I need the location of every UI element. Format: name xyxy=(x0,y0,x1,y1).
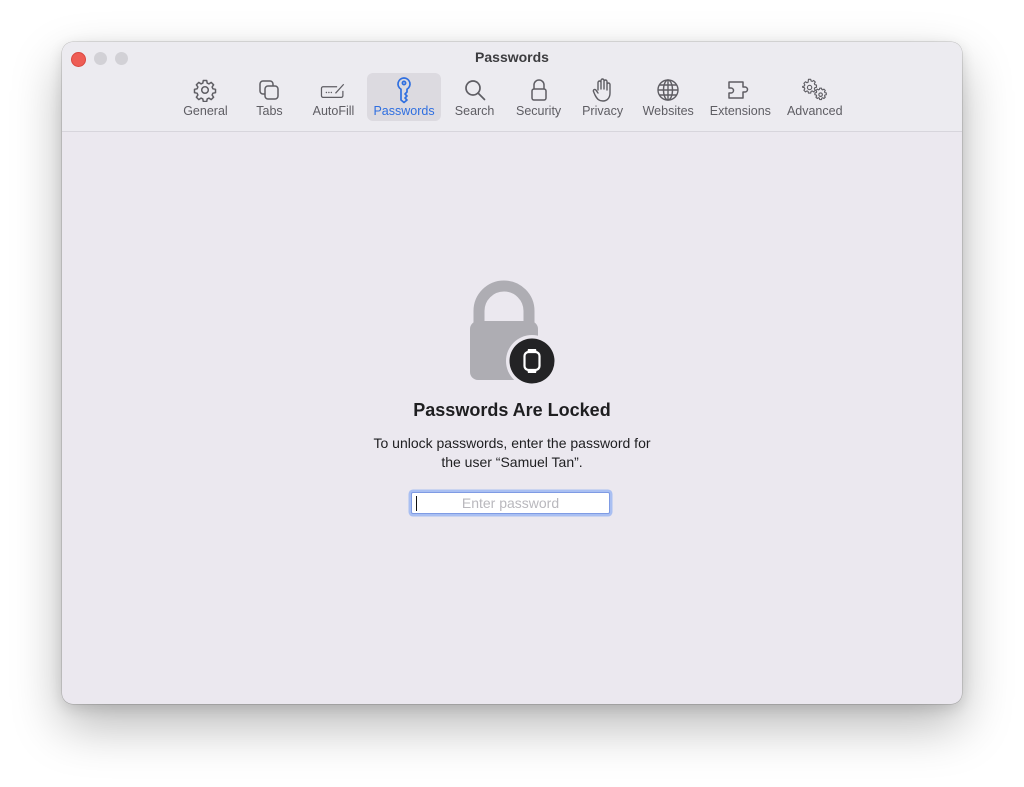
tab-security[interactable]: Security xyxy=(509,73,569,121)
window-title: Passwords xyxy=(475,49,549,65)
tab-websites-label: Websites xyxy=(642,104,694,118)
tab-tabs-label: Tabs xyxy=(256,104,283,118)
tab-passwords[interactable]: Passwords xyxy=(367,73,441,121)
lock-icon xyxy=(525,77,553,103)
tab-extensions[interactable]: Extensions xyxy=(704,73,777,121)
hand-icon xyxy=(589,77,617,103)
tab-tabs[interactable]: Tabs xyxy=(239,73,299,121)
tab-search-label: Search xyxy=(454,104,495,118)
tabs-icon xyxy=(255,77,283,103)
tab-autofill-label: AutoFill xyxy=(312,104,355,118)
autofill-icon xyxy=(319,77,347,103)
locked-illustration xyxy=(466,277,558,387)
tab-autofill[interactable]: AutoFill xyxy=(303,73,363,121)
password-input[interactable] xyxy=(411,492,610,514)
title-bar: Passwords General Tabs AutoFill Password… xyxy=(62,42,962,132)
key-icon xyxy=(390,77,418,104)
tab-extensions-label: Extensions xyxy=(709,104,771,118)
locked-description-line2: the user “Samuel Tan”. xyxy=(441,454,583,470)
tab-advanced-label: Advanced xyxy=(786,104,843,118)
tab-websites[interactable]: Websites xyxy=(637,73,700,121)
safari-settings-window: Passwords General Tabs AutoFill Password… xyxy=(62,42,962,704)
gears-icon xyxy=(801,77,829,103)
settings-toolbar: General Tabs AutoFill Passwords Search S… xyxy=(62,73,962,121)
passwords-locked-pane: Passwords Are Locked To unlock passwords… xyxy=(62,132,962,704)
tab-general[interactable]: General xyxy=(175,73,235,121)
locked-heading: Passwords Are Locked xyxy=(413,400,611,420)
apple-watch-icon xyxy=(523,349,541,373)
search-icon xyxy=(461,77,489,103)
tab-advanced[interactable]: Advanced xyxy=(781,73,849,121)
tab-security-label: Security xyxy=(516,104,562,118)
puzzle-icon xyxy=(726,77,754,103)
locked-description-line1: To unlock passwords, enter the password … xyxy=(373,435,651,451)
tab-privacy-label: Privacy xyxy=(582,104,624,118)
tab-passwords-label: Passwords xyxy=(373,104,435,118)
tab-general-label: General xyxy=(183,104,228,118)
tab-privacy[interactable]: Privacy xyxy=(573,73,633,121)
locked-description: To unlock passwords, enter the password … xyxy=(62,434,962,472)
text-caret xyxy=(416,496,417,511)
tab-search[interactable]: Search xyxy=(445,73,505,121)
globe-icon xyxy=(654,77,682,103)
gear-icon xyxy=(191,77,219,103)
